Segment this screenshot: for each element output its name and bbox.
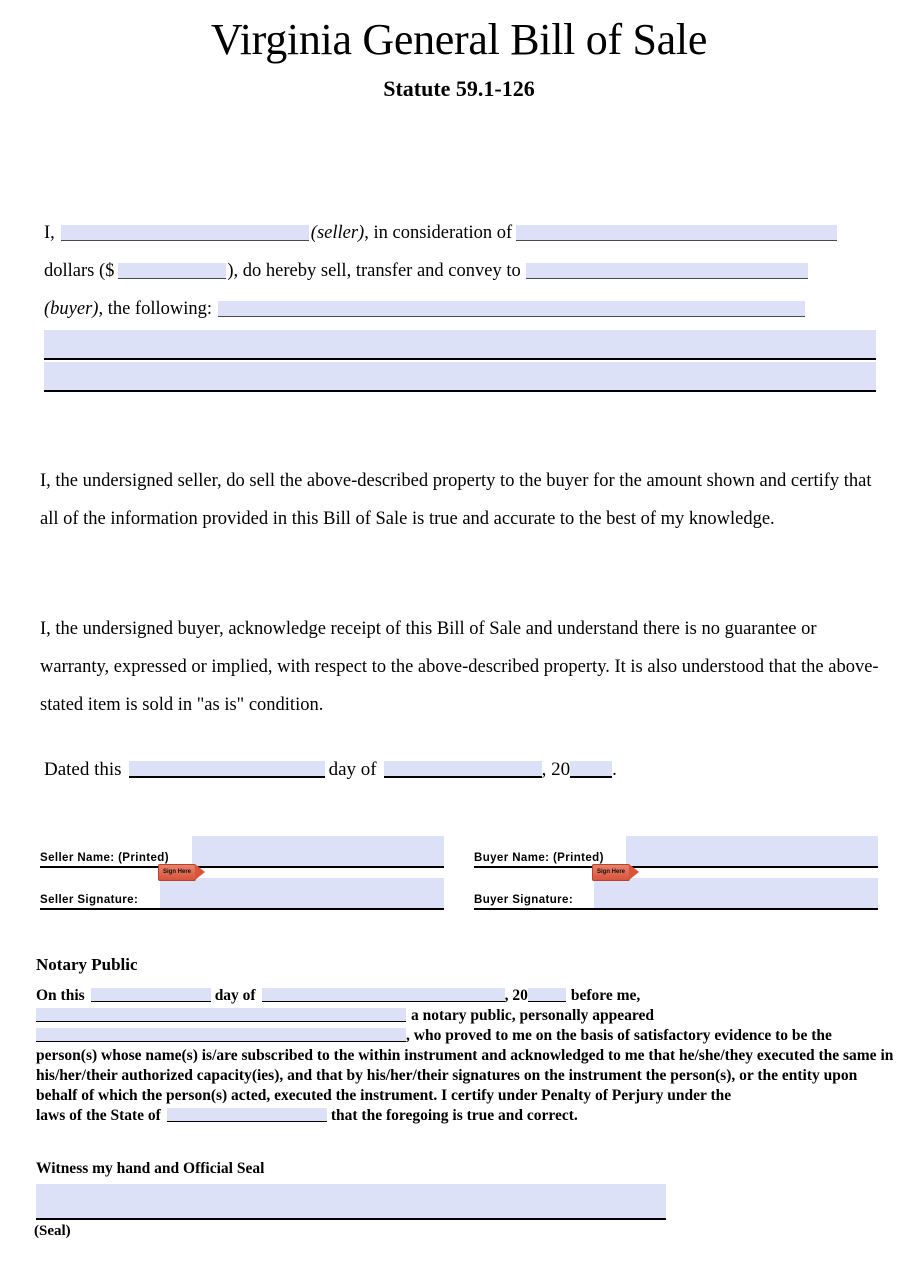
notary-day-input[interactable]	[90, 988, 211, 1002]
notary-on-this-label: On this	[36, 987, 85, 1004]
notary-day-of-label: day of	[214, 987, 256, 1004]
bill-of-sale-document: Virginia General Bill of Sale Statute 59…	[0, 0, 918, 1284]
dated-line: Dated this day of , 20.	[44, 758, 617, 781]
buyer-printed-name-label: Buyer Name: (Printed)	[474, 852, 606, 864]
buyer-signature-input[interactable]	[594, 878, 878, 908]
seller-certification-paragraph: I, the undersigned seller, do sell the a…	[40, 471, 872, 529]
seller-signature-label: Seller Signature:	[40, 894, 141, 906]
notary-state-input[interactable]	[166, 1108, 327, 1122]
page-subtitle: Statute 59.1-126	[383, 76, 535, 101]
notary-laws-of-state-label: laws of the State of	[36, 1107, 161, 1124]
notary-before-me-label: before me,	[570, 987, 641, 1004]
notary-public-name-input[interactable]	[36, 1008, 406, 1022]
notary-who-proved-label: , who proved to me on the basis of satis…	[406, 1027, 832, 1044]
buyer-printed-name-row: Buyer Name: (Printed)	[474, 836, 878, 868]
buyer-printed-name-input[interactable]	[626, 836, 878, 866]
convey-to-label: ), do hereby sell, transfer and convey t…	[227, 261, 521, 281]
buyer-name-input[interactable]	[525, 263, 808, 279]
consideration-amount-input[interactable]	[118, 263, 227, 279]
page-title: Virginia General Bill of Sale	[210, 15, 708, 64]
dated-period-label: .	[612, 759, 617, 780]
seller-printed-name-input[interactable]	[192, 836, 444, 866]
seller-printed-name-label: Seller Name: (Printed)	[40, 852, 171, 864]
notary-appeared-person-line: , who proved to me on the basis of satis…	[36, 1026, 894, 1046]
buyer-paren-label: (buyer)	[44, 299, 99, 319]
notary-public-appeared-label: a notary public, personally appeared	[411, 1007, 655, 1024]
seller-printed-name-row: Seller Name: (Printed)	[40, 836, 444, 868]
seller-name-input[interactable]	[60, 225, 309, 241]
consideration-amount-words-input[interactable]	[516, 225, 838, 241]
dated-year-prefix-label: , 20	[541, 759, 571, 780]
seller-signature-block: Seller Name: (Printed) Sign Here Seller …	[40, 836, 444, 910]
seller-sign-here-tag-icon[interactable]: Sign Here	[158, 864, 206, 881]
appearing-person-name-input[interactable]	[36, 1028, 406, 1042]
dated-this-label: Dated this	[44, 759, 122, 780]
buyer-signature-row: Sign Here Buyer Signature:	[474, 864, 878, 910]
notary-foregoing-label: that the foregoing is true and correct.	[330, 1107, 578, 1124]
consideration-label: , in consideration of	[364, 223, 513, 243]
dated-day-input[interactable]	[128, 761, 325, 778]
dated-month-input[interactable]	[383, 761, 542, 778]
notary-certification-text: person(s) whose name(s) is/are subscribe…	[36, 1047, 894, 1104]
day-of-label: day of	[328, 759, 377, 780]
intro-i-label: I,	[44, 223, 55, 243]
dollars-label: dollars ($	[44, 261, 115, 281]
buyer-sign-here-tag-icon[interactable]: Sign Here	[592, 864, 640, 881]
buyer-acknowledgement-paragraph: I, the undersigned buyer, acknowledge re…	[40, 619, 879, 715]
notary-state-line: laws of the State of that the foregoing i…	[36, 1106, 894, 1126]
seal-caption-label: (Seal)	[34, 1223, 71, 1239]
seller-signature-input[interactable]	[160, 878, 444, 908]
property-description-input-line-1[interactable]	[218, 301, 806, 317]
intro-line-1: I, (seller), in consideration of	[44, 214, 876, 252]
consideration-block: I, (seller), in consideration of dollars …	[44, 214, 876, 328]
property-description-input-line-3[interactable]	[44, 362, 876, 392]
seller-signature-row: Sign Here Seller Signature:	[40, 864, 444, 910]
seller-paren-label: (seller)	[310, 223, 365, 243]
witness-hand-and-seal-label: Witness my hand and Official Seal	[36, 1160, 265, 1177]
property-description-input-line-2[interactable]	[44, 330, 876, 360]
intro-line-3: (buyer), the following:	[44, 290, 876, 328]
notary-year-prefix-label: , 20	[504, 987, 528, 1004]
notary-seal-input[interactable]	[36, 1184, 666, 1220]
notary-year-input[interactable]	[527, 988, 566, 1002]
notary-acknowledgement-block: On this day of , 20 before me, a notary pub…	[36, 986, 894, 1126]
following-label: , the following:	[98, 299, 213, 319]
buyer-signature-label: Buyer Signature:	[474, 894, 576, 906]
intro-line-2: dollars ($ ), do hereby sell, transfer an…	[44, 252, 876, 290]
notary-public-heading: Notary Public	[36, 955, 138, 974]
dated-year-input[interactable]	[570, 761, 613, 778]
notary-date-line: On this day of , 20 before me,	[36, 986, 894, 1006]
buyer-signature-block: Buyer Name: (Printed) Sign Here Buyer Si…	[474, 836, 878, 910]
notary-month-input[interactable]	[261, 988, 505, 1002]
notary-name-line: a notary public, personally appeared	[36, 1006, 894, 1026]
